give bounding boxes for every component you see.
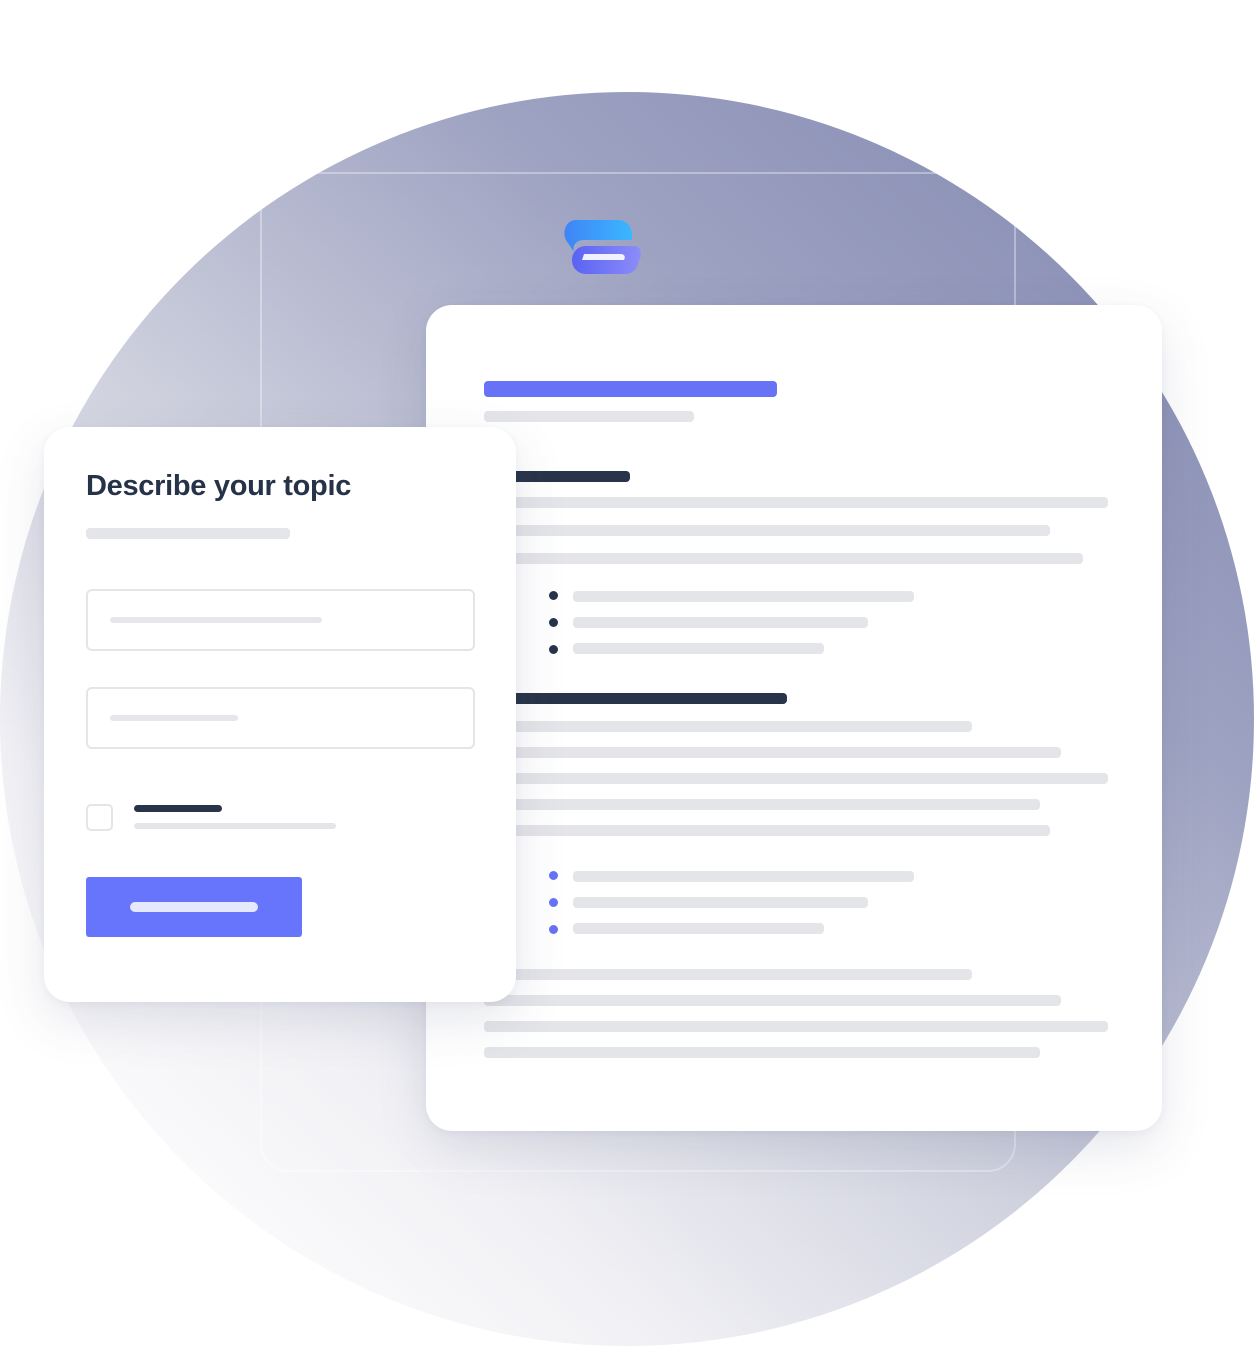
bullet-text-line <box>573 923 824 934</box>
text-line <box>484 995 1061 1006</box>
text-line <box>484 747 1061 758</box>
bullet-text-line <box>573 871 914 882</box>
bullet-dot <box>549 591 558 600</box>
details-input[interactable] <box>86 687 475 749</box>
bullet-text-line <box>573 617 868 628</box>
text-line <box>484 799 1040 810</box>
input-placeholder-bar <box>110 617 322 623</box>
text-line <box>484 825 1050 836</box>
text-line <box>484 773 1108 784</box>
bullet-dot <box>549 898 558 907</box>
bullet-text-line <box>573 591 914 602</box>
checkbox-label-bar <box>134 805 222 812</box>
topic-form-card: Describe your topic <box>44 427 516 1002</box>
bullet-dot <box>549 871 558 880</box>
topic-input[interactable] <box>86 589 475 651</box>
text-line <box>484 1047 1040 1058</box>
text-line <box>484 497 1108 508</box>
document-title-bar <box>484 381 777 397</box>
bullet-text-line <box>573 643 824 654</box>
bullet-dot <box>549 925 558 934</box>
form-title: Describe your topic <box>86 470 352 502</box>
section-heading-bar <box>484 693 787 704</box>
app-logo-icon <box>564 220 641 274</box>
submit-button[interactable] <box>86 877 302 937</box>
text-line <box>484 721 972 732</box>
generated-document-card <box>426 305 1162 1131</box>
text-line <box>484 525 1050 536</box>
checkbox-description-bar <box>134 823 336 829</box>
bullet-dot <box>549 645 558 654</box>
text-line <box>484 553 1083 564</box>
form-subtitle-bar <box>86 528 290 539</box>
text-line <box>484 1021 1108 1032</box>
input-placeholder-bar <box>110 715 238 721</box>
document-subtitle-bar <box>484 411 694 422</box>
submit-button-label-bar <box>130 902 258 912</box>
text-line <box>484 969 972 980</box>
bullet-text-line <box>573 897 868 908</box>
option-checkbox[interactable] <box>86 804 113 831</box>
bullet-dot <box>549 618 558 627</box>
